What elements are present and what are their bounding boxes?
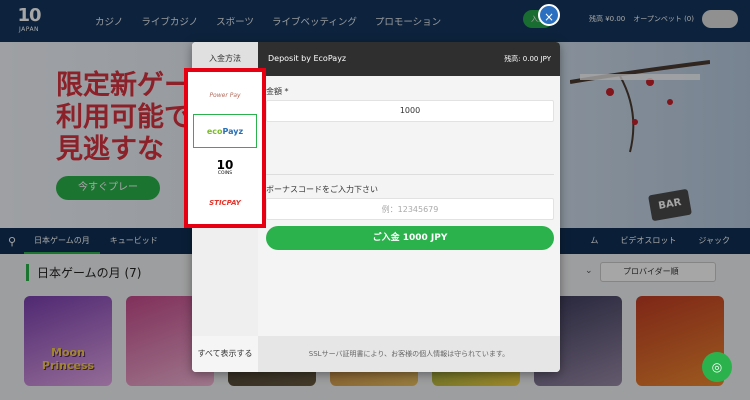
amount-label: 金額 * <box>266 87 289 96</box>
bonus-code-input[interactable] <box>266 198 554 220</box>
10coins-sub: COINS <box>217 170 233 176</box>
modal-balance: 残高: 0.00 JPY <box>504 55 551 63</box>
close-icon[interactable]: × <box>538 4 560 26</box>
bonus-label: ボーナスコードをご入力下さい <box>266 185 378 194</box>
10coins-logo: 10 <box>216 157 234 172</box>
divider <box>266 174 554 175</box>
ecopayz-logo-b: Payz <box>222 126 244 136</box>
ecopayz-logo-a: eco <box>206 126 223 136</box>
ssl-note: SSLサーバ証明書により、お客様の個人情報は守られています。 <box>258 336 560 372</box>
method-sticpay[interactable]: STICPAY <box>193 186 257 220</box>
deposit-form: 金額 * 1000 ボーナスコードをご入力下さい ご入金 1000 JPY <box>258 76 560 336</box>
modal-header: Deposit by EcoPayz 残高: 0.00 JPY <box>258 42 560 76</box>
payment-methods-list: Power Pay eco Payz 10 COINS STICPAY <box>184 68 266 228</box>
amount-input[interactable]: 1000 <box>266 100 554 122</box>
deposit-button[interactable]: ご入金 1000 JPY <box>266 226 554 250</box>
method-10coins[interactable]: 10 COINS <box>193 150 257 184</box>
chat-icon[interactable]: ◎ <box>702 352 732 382</box>
modal-title: Deposit by EcoPayz <box>268 54 347 63</box>
method-power-pay[interactable]: Power Pay <box>193 78 257 112</box>
show-all-button[interactable]: すべて表示する <box>192 336 258 372</box>
method-ecopayz[interactable]: eco Payz <box>193 114 257 148</box>
